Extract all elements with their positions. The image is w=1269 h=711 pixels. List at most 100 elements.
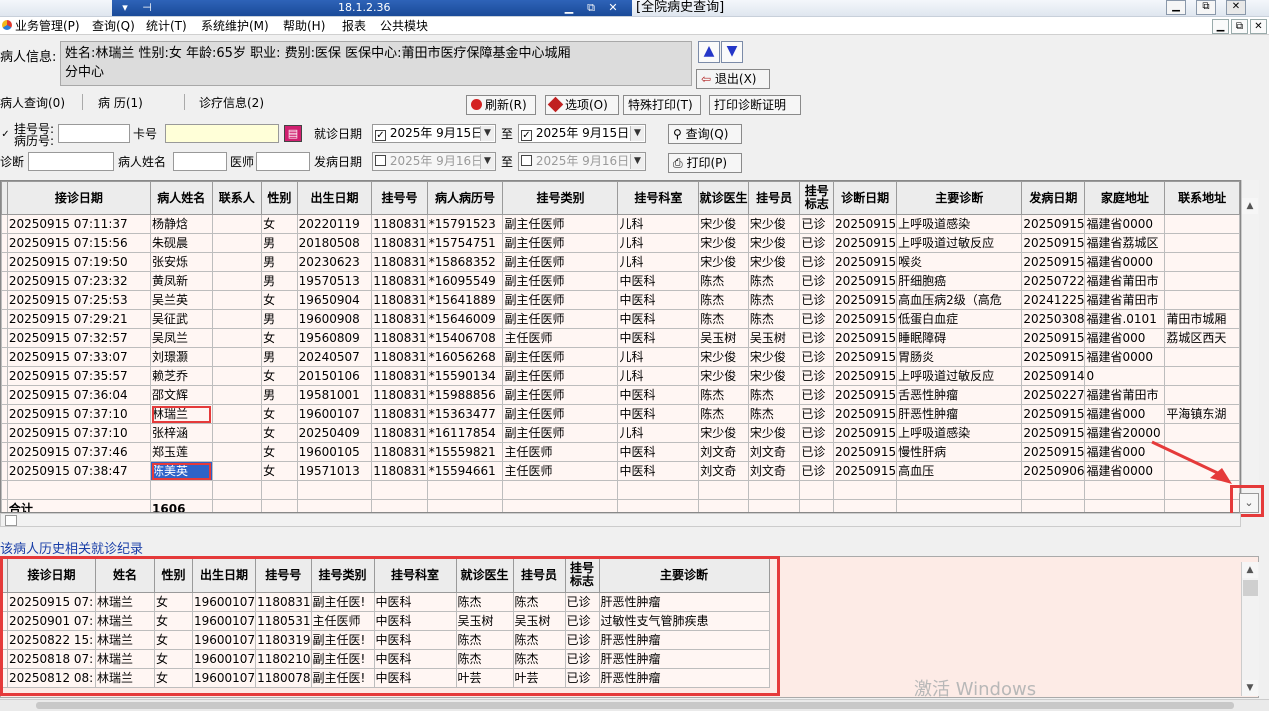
table-cell[interactable]: 上呼吸道过敏反应 — [896, 366, 1023, 386]
chevron-down-icon[interactable]: ▾ — [116, 0, 134, 16]
menu-system[interactable]: 系统维护(M) — [201, 18, 269, 34]
table-cell[interactable]: 副主任医师 — [502, 233, 619, 253]
table-cell[interactable]: 副主任医师 — [502, 404, 619, 424]
table-cell[interactable]: 中医科 — [617, 442, 700, 462]
table-cell[interactable]: *15559821 — [426, 442, 504, 462]
table-cell[interactable]: 儿科 — [617, 347, 700, 367]
table-cell[interactable]: 吴征武 — [150, 309, 213, 329]
table-cell[interactable]: 上呼吸道过敏反应 — [896, 233, 1023, 253]
grid-horizontal-scrollbar[interactable] — [0, 513, 1241, 527]
chevron-down-icon[interactable]: ▼ — [480, 126, 494, 141]
table-cell[interactable]: 中医科 — [617, 290, 700, 310]
table-cell[interactable]: 已诊 — [799, 233, 835, 253]
table-cell[interactable]: 陈杰 — [747, 404, 801, 424]
table-row[interactable]: 20250915 07:25:53 吴兰英 女 19650904 1180831 *156… — [1, 290, 1240, 310]
table-cell[interactable]: 陈杰 — [698, 290, 749, 310]
table-cell[interactable]: 吴凤兰 — [150, 328, 213, 348]
table-cell[interactable]: 女 — [261, 404, 298, 424]
table-cell[interactable]: 副主任医师 — [502, 290, 619, 310]
print-button[interactable]: ⎙ 打印(P) — [668, 153, 742, 173]
table-row[interactable]: 20250915 07:15:56 朱砚晨 男 20180508 1180831 *157… — [1, 233, 1240, 253]
table-cell[interactable]: 福建省000 — [1084, 328, 1166, 348]
table-cell[interactable]: 已诊 — [799, 461, 835, 481]
next-patient-button[interactable]: ▼ — [721, 41, 743, 63]
previous-patient-button[interactable]: ▲ — [698, 41, 720, 63]
table-cell[interactable]: 宋少俊 — [747, 233, 801, 253]
table-cell[interactable]: 19571013 — [296, 461, 373, 481]
table-cell[interactable]: 20250915 07:38:47 — [6, 461, 152, 481]
table-cell[interactable]: 1180831 — [371, 290, 428, 310]
table-row[interactable]: 20250915 07:33:07 刘璟灏 男 20240507 1180831 *160… — [1, 347, 1240, 367]
table-cell[interactable]: 20250915 — [833, 404, 898, 424]
table-cell[interactable]: 中医科 — [617, 385, 700, 405]
table-cell[interactable]: 福建省0000 — [1084, 347, 1166, 367]
table-cell[interactable]: 邵文辉 — [150, 385, 213, 405]
table-cell[interactable]: 20250915 07:37:10 — [6, 404, 152, 424]
table-cell[interactable]: 中医科 — [617, 328, 700, 348]
table-cell[interactable]: 0 — [1084, 366, 1166, 386]
table-cell[interactable]: *16095549 — [426, 271, 504, 291]
table-cell[interactable]: 已诊 — [799, 328, 835, 348]
table-cell[interactable]: 副主任医师 — [502, 252, 619, 272]
table-row[interactable]: 20250915 07:38:47 陈美英 女 19571013 1180831 *155… — [1, 461, 1240, 481]
table-cell[interactable]: 20250915 — [1021, 252, 1086, 272]
table-cell[interactable]: 陈杰 — [698, 385, 749, 405]
visit-date-from-checkbox[interactable]: ✓ — [375, 130, 386, 141]
table-cell[interactable]: 宋少俊 — [698, 214, 749, 234]
tab-medical-record[interactable]: 病 历(1) — [98, 94, 143, 112]
table-cell[interactable]: 20240507 — [296, 347, 373, 367]
table-cell[interactable]: 宋少俊 — [747, 366, 801, 386]
table-cell[interactable] — [1164, 252, 1240, 272]
table-cell[interactable]: 黄凤新 — [150, 271, 213, 291]
column-header[interactable]: 诊断日期 — [833, 181, 898, 215]
visit-date-to[interactable]: ✓ 2025年 9月15日 ▼ — [518, 124, 646, 143]
table-cell[interactable]: 19600908 — [296, 309, 373, 329]
remote-restore-button[interactable]: ⧉ — [582, 0, 600, 16]
table-cell[interactable]: 已诊 — [799, 423, 835, 443]
table-cell[interactable]: 20250915 07:11:37 — [6, 214, 152, 234]
table-cell[interactable]: 儿科 — [617, 233, 700, 253]
onset-date-to[interactable]: 2025年 9月16日 ▼ — [518, 152, 646, 171]
column-header[interactable]: 家庭地址 — [1084, 181, 1166, 215]
column-header[interactable]: 主要诊断 — [896, 181, 1023, 215]
scroll-thumb[interactable] — [36, 702, 1234, 709]
table-row[interactable]: 20250915 07:11:37 杨静焓 女 20220119 1180831 *157… — [1, 214, 1240, 234]
card-reader-icon[interactable]: ▤ — [284, 125, 302, 142]
tab-patient-query[interactable]: 病人查询(0) — [0, 94, 65, 112]
table-cell[interactable]: 刘璟灏 — [150, 347, 213, 367]
table-cell[interactable]: 20250915 — [833, 366, 898, 386]
table-cell[interactable]: 1180831 — [371, 461, 428, 481]
mdi-minimize-button[interactable]: ▁ — [1212, 19, 1229, 34]
mdi-close-button[interactable]: ✕ — [1250, 19, 1267, 34]
table-cell[interactable]: 19650904 — [296, 290, 373, 310]
table-cell[interactable]: 平海镇东湖 — [1164, 404, 1240, 424]
table-cell[interactable]: 20250915 — [833, 442, 898, 462]
table-cell[interactable]: 20241225 — [1021, 290, 1086, 310]
table-row[interactable]: 20250915 07:19:50 张安烁 男 20230623 1180831 *158… — [1, 252, 1240, 272]
table-cell[interactable] — [211, 461, 263, 481]
table-cell[interactable]: 上呼吸道感染 — [896, 214, 1023, 234]
table-cell[interactable]: *15363477 — [426, 404, 504, 424]
table-cell[interactable]: 20250915 — [1021, 423, 1086, 443]
column-header[interactable]: 联系人 — [211, 181, 263, 215]
table-cell[interactable] — [211, 252, 263, 272]
table-cell[interactable]: 女 — [261, 461, 298, 481]
table-cell[interactable] — [211, 214, 263, 234]
onset-date-from-checkbox[interactable] — [375, 155, 386, 166]
menu-public[interactable]: 公共模块 — [380, 18, 428, 34]
table-cell[interactable]: 莆田市城厢 — [1164, 309, 1240, 329]
table-cell[interactable]: 20230623 — [296, 252, 373, 272]
table-cell[interactable]: 福建省莆田市 — [1084, 385, 1166, 405]
table-cell[interactable]: 陈杰 — [698, 271, 749, 291]
table-cell[interactable]: 睡眠障碍 — [896, 328, 1023, 348]
special-print-button[interactable]: 特殊打印(T) — [623, 95, 701, 115]
window-close-button[interactable]: ✕ — [1226, 0, 1246, 15]
menu-help[interactable]: 帮助(H) — [283, 18, 325, 34]
table-cell[interactable]: 1180831 — [371, 423, 428, 443]
table-cell[interactable]: 男 — [261, 385, 298, 405]
table-cell[interactable]: 高血压 — [896, 461, 1023, 481]
table-cell[interactable]: 20250915 07:29:21 — [6, 309, 152, 329]
table-cell[interactable]: 20250915 07:32:57 — [6, 328, 152, 348]
table-cell[interactable] — [1164, 233, 1240, 253]
table-cell[interactable]: 福建省0000 — [1084, 214, 1166, 234]
